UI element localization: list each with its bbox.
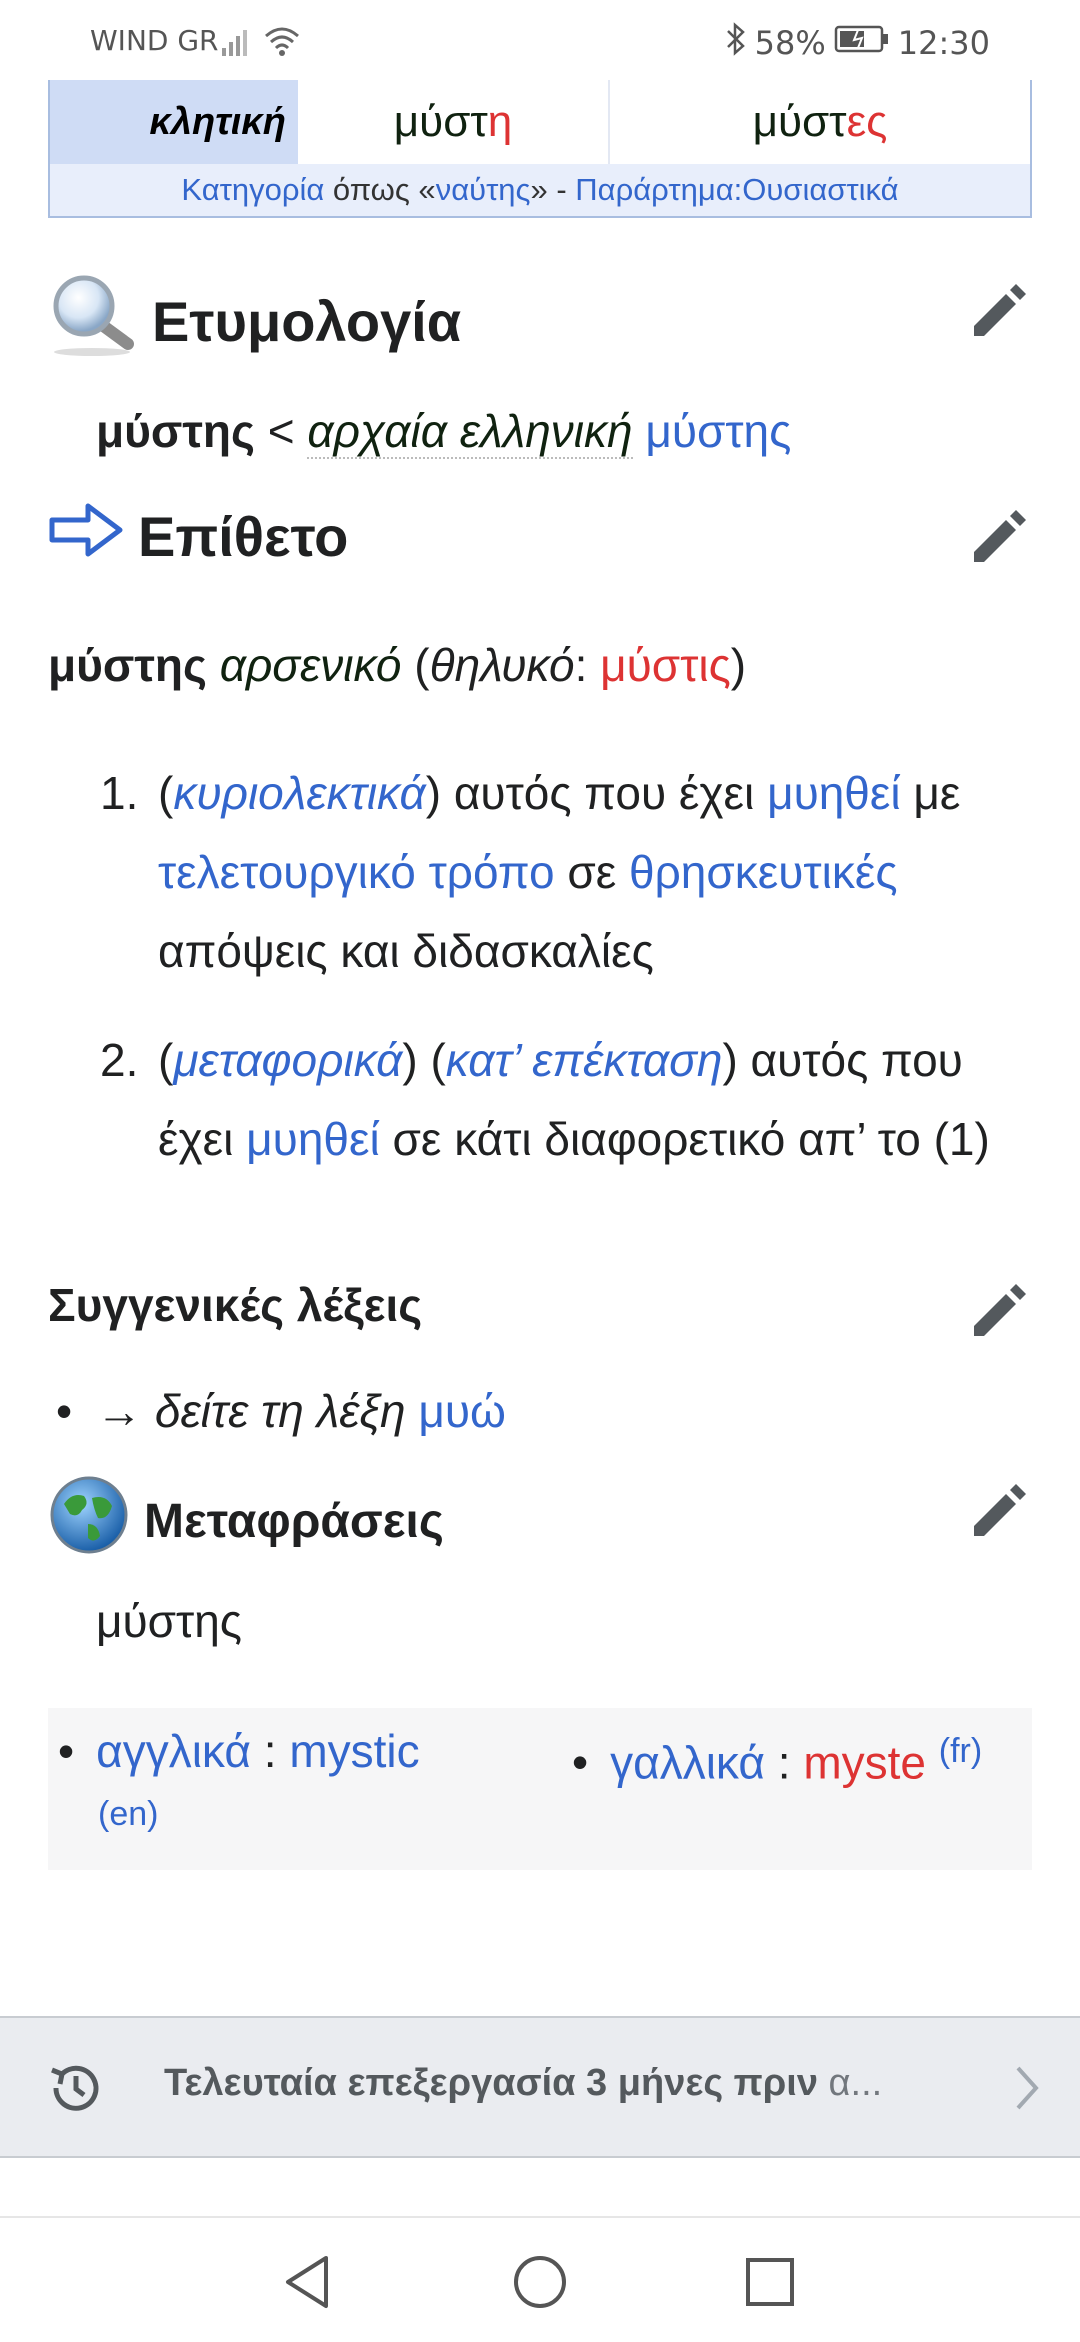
related-heading: Συγγενικές λέξεις	[48, 1279, 423, 1331]
definition-link[interactable]: μυηθεί	[767, 767, 901, 819]
back-icon[interactable]	[282, 2254, 332, 2315]
headword-line: μύστης αρσενικό (θηλυκό: μύστις)	[48, 639, 747, 691]
case-label: κλητική	[50, 80, 298, 164]
edit-pencil-icon[interactable]	[968, 282, 1028, 342]
last-edited-bar[interactable]: Τελευταία επεξεργασία 3 μήνες πριν α...	[0, 2016, 1080, 2158]
feminine-label: θηλυκό	[429, 639, 575, 691]
etymology-sep: <	[254, 405, 308, 457]
adjective-heading: Επίθετο	[48, 500, 348, 573]
translation-item-fr: • γαλλικά : myste (fr)	[572, 1732, 983, 1789]
status-right: 58% 12:30	[725, 22, 990, 64]
qualifier-link[interactable]: κυριολεκτικά	[173, 767, 425, 819]
system-nav-bar	[0, 2216, 1080, 2342]
definition-text: σε	[554, 846, 630, 898]
definition-link[interactable]: μυηθεί	[246, 1113, 380, 1165]
battery-icon	[834, 24, 890, 62]
translations-title: Μεταφράσεις	[144, 1494, 444, 1548]
translations-box: • αγγλικά : mystic (en) • γαλλικά : myste …	[48, 1708, 1032, 1870]
singular-form: μύστ η	[298, 80, 610, 164]
edit-pencil-icon[interactable]	[968, 1282, 1028, 1342]
qualifier-link[interactable]: κατ’ επέκταση	[446, 1034, 723, 1086]
definition-number: 2.	[100, 1034, 139, 1086]
definition-text: με	[900, 767, 974, 819]
definition-text: αυτός που έχει	[441, 767, 768, 819]
singular-stem: μύστ	[393, 97, 488, 146]
gender: αρσενικό	[219, 639, 402, 691]
last-edited-text: Τελευταία επεξεργασία 3 μήνες πριν α...	[164, 2062, 882, 2105]
translation-code-link[interactable]: (fr)	[939, 1732, 982, 1770]
definitions-list: 1. (κυριολεκτικά) αυτός που έχει μυηθεί …	[100, 754, 1040, 1179]
definition-number: 1.	[100, 767, 139, 819]
magnifier-icon	[48, 272, 138, 371]
related-text: δείτε τη λέξη	[154, 1385, 419, 1437]
etymology-heading: Ετυμολογία	[48, 272, 461, 371]
home-icon[interactable]	[512, 2254, 568, 2315]
feminine-form-link[interactable]: μύστις	[600, 639, 731, 691]
chevron-right-icon	[1012, 2064, 1042, 2117]
etymology-headword: μύστης	[96, 405, 255, 457]
qualifier-link[interactable]: μεταφορικά	[173, 1034, 402, 1086]
translation-language-link[interactable]: αγγλικά	[96, 1725, 251, 1777]
translations-heading: Μεταφράσεις	[48, 1474, 444, 1568]
plural-stem: μύστ	[752, 97, 847, 146]
translation-language-link[interactable]: γαλλικά	[610, 1736, 765, 1788]
carrier-name: WIND GR	[90, 24, 219, 57]
declension-table: κλητική μύστ η μύστ ες Κατηγορία όπως «ναύ…	[48, 80, 1032, 218]
declension-footer: Κατηγορία όπως «ναύτης» - Παράρτημα:Ουσι…	[50, 164, 1030, 216]
definition-text: σε κάτι διαφορετικό απ’ το (1)	[379, 1113, 990, 1165]
globe-icon	[48, 1474, 130, 1568]
headword: μύστης	[48, 639, 207, 691]
singular-ending: η	[487, 97, 513, 146]
etymology-language[interactable]: αρχαία ελληνική	[307, 405, 633, 459]
definition-link[interactable]: θρησκευτικές	[629, 846, 897, 898]
model-link[interactable]: ναύτης	[436, 172, 531, 208]
etymology-source-link[interactable]: μύστης	[645, 405, 791, 457]
translation-word-link[interactable]: myste	[803, 1736, 926, 1788]
translations-term: μύστης	[96, 1595, 242, 1647]
signal-wifi-icon	[220, 22, 304, 62]
related-arrow: →	[96, 1385, 155, 1437]
edit-pencil-icon[interactable]	[968, 508, 1028, 568]
battery-percent: 58%	[754, 24, 826, 62]
history-icon	[46, 2058, 106, 2123]
translation-word-link[interactable]: mystic	[289, 1725, 419, 1777]
footer-text: όπως «	[324, 172, 436, 207]
translation-code-link[interactable]: (en)	[98, 1795, 158, 1833]
last-edited-trail: α...	[817, 2062, 883, 2104]
status-bar: WIND GR 58% 12:30	[0, 0, 1080, 80]
appendix-link[interactable]: Παράρτημα:Ουσιαστικά	[575, 172, 898, 208]
plural-ending: ες	[846, 97, 888, 146]
related-link[interactable]: μυώ	[418, 1385, 506, 1437]
plural-form: μύστ ες	[610, 80, 1030, 164]
edit-pencil-icon[interactable]	[968, 1482, 1028, 1542]
translation-item-en: • αγγλικά : mystic (en)	[58, 1725, 420, 1833]
definition-1: 1. (κυριολεκτικά) αυτός που έχει μυηθεί …	[100, 754, 1040, 991]
etymology-line: μύστης < αρχαία ελληνική μύστης	[96, 392, 791, 470]
last-edited-main: Τελευταία επεξεργασία 3 μήνες πριν	[164, 2062, 818, 2104]
footer-text-2: » -	[530, 172, 576, 207]
arrow-right-icon	[48, 500, 124, 573]
related-item: • → δείτε τη λέξη μυώ	[56, 1385, 506, 1437]
definition-2: 2. (μεταφορικά) (κατ’ επέκταση) αυτός πο…	[100, 1021, 1040, 1179]
bluetooth-icon	[725, 22, 747, 64]
recents-icon[interactable]	[744, 2256, 796, 2313]
adjective-title: Επίθετο	[138, 505, 349, 568]
definition-link[interactable]: τελετουργικό τρόπο	[158, 846, 555, 898]
category-link[interactable]: Κατηγορία	[181, 172, 324, 208]
clock: 12:30	[897, 24, 990, 62]
etymology-title: Ετυμολογία	[152, 290, 462, 353]
